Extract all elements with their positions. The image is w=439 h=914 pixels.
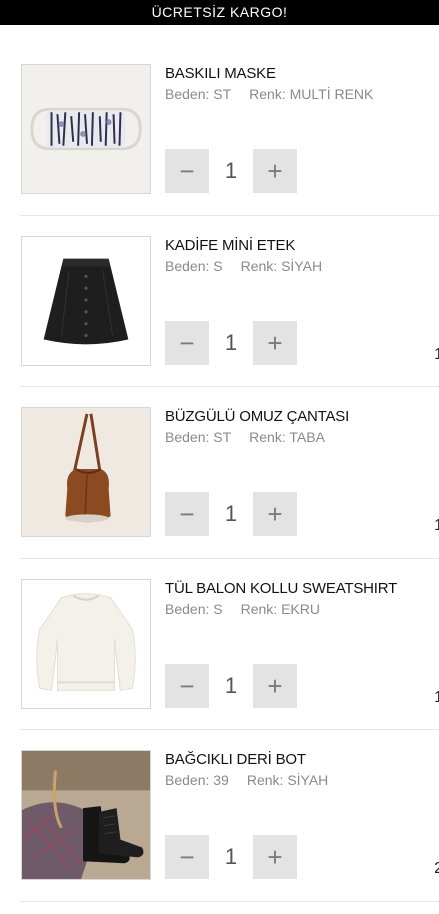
cart-item-list: BASKILI MASKE Beden: ST Renk: MULTİ RENK …	[0, 44, 439, 902]
skirt-image	[22, 236, 150, 365]
product-size: S	[213, 257, 223, 274]
quantity-value: 1	[224, 329, 238, 355]
increase-quantity-button[interactable]: +	[253, 320, 297, 365]
product-name[interactable]: KADİFE MİNİ ETEK	[165, 237, 439, 255]
promo-banner: ÜCRETSİZ KARGO!	[0, 0, 439, 25]
boots-image	[22, 751, 150, 879]
product-thumbnail[interactable]	[21, 578, 151, 709]
quantity-stepper: − 1 +	[165, 492, 297, 536]
product-thumbnail[interactable]	[21, 407, 151, 537]
product-color: MULTİ RENK	[289, 86, 374, 102]
item-price: 1	[434, 517, 439, 534]
promo-banner-text: ÜCRETSİZ KARGO!	[151, 4, 288, 20]
item-price: 2	[434, 860, 439, 877]
product-variant: Beden: 39 Renk: SİYAH	[165, 772, 329, 788]
bag-image	[22, 408, 150, 536]
product-size: 39	[213, 772, 229, 788]
increase-quantity-button[interactable]: +	[253, 663, 297, 708]
product-thumbnail[interactable]	[21, 64, 151, 194]
item-price: 1	[434, 345, 439, 363]
product-color: SİYAH	[281, 257, 323, 274]
cart-item: BASKILI MASKE Beden: ST Renk: MULTİ RENK …	[0, 44, 439, 216]
sweatshirt-image	[22, 579, 150, 708]
product-size: ST	[213, 86, 232, 102]
decrease-quantity-button[interactable]: −	[165, 320, 209, 365]
quantity-value: 1	[224, 158, 238, 183]
cart-item: BAĞCIKLI DERİ BOT Beden: 39 Renk: SİYAH −…	[0, 730, 439, 902]
product-color: TABA	[289, 429, 325, 445]
decrease-quantity-button[interactable]: −	[165, 492, 209, 536]
cart-item: TÜL BALON KOLLU SWEATSHIRT Beden: S Renk:…	[0, 559, 439, 730]
decrease-quantity-button[interactable]: −	[165, 663, 209, 708]
increase-quantity-button[interactable]: +	[253, 835, 297, 879]
product-thumbnail[interactable]	[21, 235, 151, 366]
product-name[interactable]: TÜL BALON KOLLU SWEATSHIRT	[165, 580, 439, 598]
quantity-stepper: − 1 +	[165, 149, 297, 193]
product-color: EKRU	[281, 600, 320, 617]
product-size: S	[213, 600, 223, 617]
product-name[interactable]: BAĞCIKLI DERİ BOT	[165, 751, 439, 769]
decrease-quantity-button[interactable]: −	[165, 149, 209, 193]
increase-quantity-button[interactable]: +	[253, 149, 297, 193]
product-name[interactable]: BÜZGÜLÜ OMUZ ÇANTASI	[165, 408, 439, 426]
product-variant: Beden: ST Renk: TABA	[165, 429, 325, 445]
product-variant: Beden: S Renk: SİYAH	[165, 257, 323, 274]
product-name[interactable]: BASKILI MASKE	[165, 65, 439, 83]
quantity-value: 1	[224, 672, 238, 698]
quantity-stepper: − 1 +	[165, 835, 297, 879]
quantity-value: 1	[224, 844, 238, 869]
item-price: 1	[434, 688, 439, 706]
decrease-quantity-button[interactable]: −	[165, 835, 209, 879]
cart-item: BÜZGÜLÜ OMUZ ÇANTASI Beden: ST Renk: TABA…	[0, 387, 439, 559]
item-divider	[20, 900, 439, 902]
quantity-stepper: − 1 +	[165, 320, 297, 365]
mask-image	[22, 65, 150, 193]
product-variant: Beden: S Renk: EKRU	[165, 600, 320, 617]
product-thumbnail[interactable]	[21, 750, 151, 880]
cart-item: KADİFE MİNİ ETEK Beden: S Renk: SİYAH − 1…	[0, 216, 439, 387]
product-color: SİYAH	[287, 772, 329, 788]
quantity-stepper: − 1 +	[165, 663, 297, 708]
increase-quantity-button[interactable]: +	[253, 492, 297, 536]
product-variant: Beden: ST Renk: MULTİ RENK	[165, 86, 374, 102]
product-size: ST	[213, 429, 232, 445]
quantity-value: 1	[224, 501, 238, 526]
